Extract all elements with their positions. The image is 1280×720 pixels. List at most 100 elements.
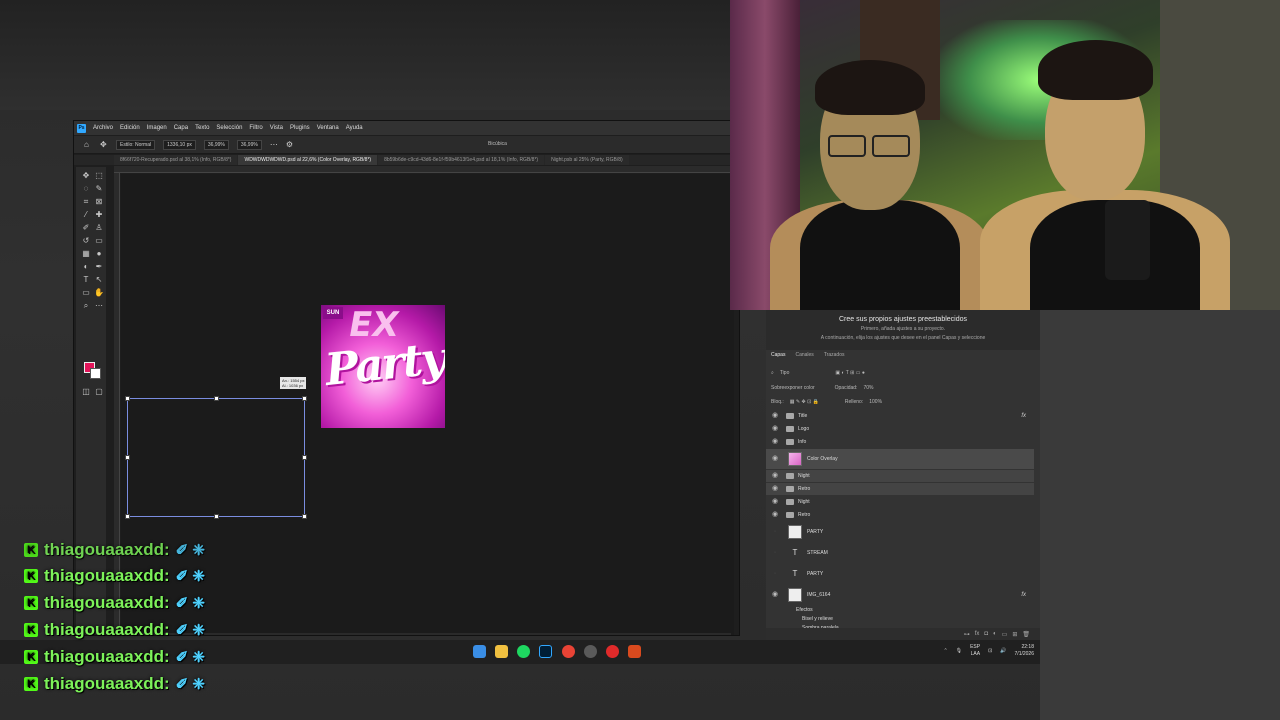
layer-row[interactable]: ◉ Night	[766, 496, 1034, 508]
menu-vista[interactable]: Vista	[270, 125, 283, 131]
tab-canales[interactable]: Canales	[795, 352, 813, 362]
gradient-icon[interactable]: ▦	[81, 249, 91, 259]
document-image[interactable]: EX SUN Party	[321, 305, 445, 428]
handle-top[interactable]	[214, 396, 219, 401]
eye-hidden-icon[interactable]: ·	[770, 548, 780, 558]
file-explorer-icon[interactable]	[495, 645, 508, 658]
trash-icon[interactable]: 🗑	[1022, 631, 1030, 638]
filter-icons[interactable]: ▣ ◐ T ⊞ ▭ ●	[835, 370, 865, 376]
eye-hidden-icon[interactable]: ·	[770, 527, 780, 537]
menu-seleccion[interactable]: Selección	[216, 125, 242, 131]
lasso-icon[interactable]: ◌	[81, 184, 91, 194]
menu-capa[interactable]: Capa	[174, 125, 188, 131]
volume-icon[interactable]: 🔊	[1000, 648, 1006, 654]
fx-icon[interactable]: fx	[1021, 413, 1026, 419]
clock[interactable]: 22:18 7/1/2026	[1015, 644, 1034, 658]
language-indicator[interactable]: ESP LAA	[970, 644, 980, 658]
layer-row[interactable]: ◉ Logo	[766, 423, 1034, 435]
stamp-icon[interactable]: ♙	[94, 223, 104, 233]
menu-texto[interactable]: Texto	[195, 125, 209, 131]
move-tool-icon[interactable]: ✥	[100, 140, 108, 149]
new-layer-icon[interactable]: ⊞	[1012, 631, 1017, 638]
brush-icon[interactable]: ✐	[81, 223, 91, 233]
fill-value[interactable]: 100%	[869, 399, 882, 405]
zoom-icon[interactable]: ⌕	[81, 301, 91, 311]
blend-mode-select[interactable]: Sobreexponer color	[771, 385, 815, 391]
eye-icon[interactable]: ◉	[770, 454, 780, 464]
menu-imagen[interactable]: Imagen	[147, 125, 167, 131]
photoshop-taskbar-icon[interactable]	[539, 645, 552, 658]
eye-icon[interactable]: ◉	[770, 510, 780, 520]
handle-top-right[interactable]	[302, 396, 307, 401]
layer-row[interactable]: ◉ Retro	[766, 483, 1034, 495]
layer-row[interactable]: ◉ Info	[766, 436, 1034, 448]
layer-row-selected[interactable]: ◉ Color Overlay	[766, 449, 1034, 469]
eye-icon[interactable]: ◉	[770, 411, 780, 421]
chevron-up-icon[interactable]: ⌃	[944, 648, 948, 654]
layer-row[interactable]: ◉ Night	[766, 470, 1034, 482]
opacity-value[interactable]: 70%	[863, 385, 873, 391]
path-select-icon[interactable]: ↖	[94, 275, 104, 285]
eyedropper-icon[interactable]: ⁄	[81, 210, 91, 220]
more-tools-icon[interactable]: ⋯	[94, 301, 104, 311]
pen-icon[interactable]: ✒	[94, 262, 104, 272]
handle-bottom-right[interactable]	[302, 514, 307, 519]
tab-document-4[interactable]: Night.psb al 25% (Party, RGB/8)	[545, 155, 629, 165]
type-icon[interactable]: T	[81, 275, 91, 285]
handle-left[interactable]	[125, 455, 130, 460]
handle-bottom[interactable]	[214, 514, 219, 519]
spotify-icon[interactable]	[517, 645, 530, 658]
fx-icon[interactable]: fx	[1021, 592, 1026, 598]
screen-mode-icon[interactable]: ▢	[94, 387, 104, 397]
crop-icon[interactable]: ⌗	[81, 197, 91, 207]
blur-icon[interactable]: ●	[94, 249, 104, 259]
zoom-field[interactable]: 36,99%	[203, 139, 229, 150]
layer-row[interactable]: ◉ Title fx	[766, 410, 1034, 422]
menu-filtro[interactable]: Filtro	[249, 125, 262, 131]
style-field[interactable]: Estilo: Normal	[116, 139, 156, 150]
link-icon[interactable]: ⊶	[964, 631, 970, 638]
width-field[interactable]: 1336,10 px	[163, 139, 196, 150]
eye-icon[interactable]: ◉	[770, 497, 780, 507]
frame-icon[interactable]: ⊠	[94, 197, 104, 207]
adjustment-icon[interactable]: ◐	[993, 631, 997, 637]
healing-icon[interactable]: ✚	[94, 210, 104, 220]
eye-icon[interactable]: ◉	[770, 471, 780, 481]
tab-document-2[interactable]: WDWDWDWDWD.psd al 22,6% (Color Overlay, …	[238, 155, 378, 165]
mask-icon[interactable]: ◘	[984, 631, 988, 637]
layer-row[interactable]: · PARTY	[766, 522, 1034, 542]
tab-document-1[interactable]: 8f66f720-Recuperado.psd al 38,1% (Info, …	[114, 155, 238, 165]
handle-bottom-left[interactable]	[125, 514, 130, 519]
layer-row[interactable]: · T STREAM	[766, 543, 1034, 563]
tab-trazados[interactable]: Trazados	[824, 352, 845, 362]
start-icon[interactable]	[473, 645, 486, 658]
eye-hidden-icon[interactable]: ·	[770, 569, 780, 579]
eye-icon[interactable]: ◉	[770, 484, 780, 494]
marquee-icon[interactable]: ⬚	[94, 171, 104, 181]
menu-ayuda[interactable]: Ayuda	[346, 125, 363, 131]
history-brush-icon[interactable]: ↺	[81, 236, 91, 246]
menu-edicion[interactable]: Edición	[120, 125, 140, 131]
eye-icon[interactable]: ◉	[770, 424, 780, 434]
tab-document-3[interactable]: 8b59b6de-c9cd-43d6-8e1f-f59b4613f1e4.psd…	[378, 155, 545, 165]
app2-icon[interactable]	[628, 645, 641, 658]
hand-icon[interactable]: ✋	[94, 288, 104, 298]
effects-row[interactable]: Efectos	[766, 606, 1034, 614]
menu-plugins[interactable]: Plugins	[290, 125, 310, 131]
app-icon[interactable]	[584, 645, 597, 658]
menu-archivo[interactable]: Archivo	[93, 125, 113, 131]
home-icon[interactable]: ⌂	[84, 140, 92, 149]
obs-icon[interactable]	[606, 645, 619, 658]
quick-select-icon[interactable]: ✎	[94, 184, 104, 194]
mic-tray-icon[interactable]: 🎙	[956, 648, 962, 654]
fx-menu-icon[interactable]: fx	[975, 631, 980, 637]
selection-rectangle[interactable]	[125, 396, 307, 519]
lock-icons[interactable]: ▦ ✎ ✥ ⊡ 🔒	[790, 399, 819, 405]
layer-row[interactable]: · T PARTY	[766, 564, 1034, 584]
background-color-swatch[interactable]	[90, 368, 101, 379]
eraser-icon[interactable]: ▭	[94, 236, 104, 246]
layer-row[interactable]: ◉ Retro	[766, 509, 1034, 521]
layer-row[interactable]: ◉ IMG_6164 fx	[766, 585, 1034, 605]
effect-row[interactable]: Bisel y relieve	[766, 615, 1034, 623]
height-field[interactable]: 36,99%	[236, 139, 262, 150]
